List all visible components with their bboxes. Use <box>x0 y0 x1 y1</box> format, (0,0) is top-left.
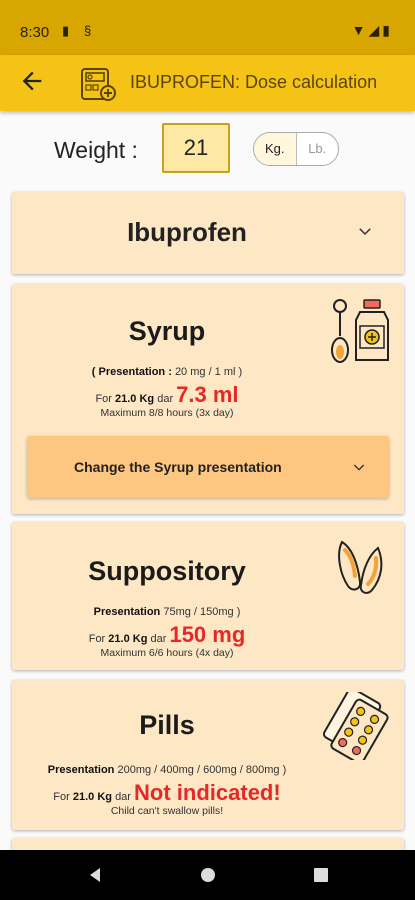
suppository-dose-line: For 21.0 Kg dar 150 mg <box>12 622 322 648</box>
nav-recents-icon[interactable] <box>312 866 330 884</box>
syrup-presentation-label: ( Presentation : <box>91 366 172 378</box>
pills-dose: Not indicated! <box>134 780 281 805</box>
status-bar: 8:30 ▮ § ▼◢▮ <box>0 0 415 55</box>
syrup-presentation-value: 20 mg / 1 ml ) <box>174 366 243 378</box>
suppository-for-label: For <box>88 633 106 645</box>
status-time: 8:30 <box>20 24 50 41</box>
signal-icon: ◢ <box>368 22 383 38</box>
chevron-down-icon <box>353 464 365 471</box>
syrup-card: Syrup ( Presentation : 20 mg / 1 ml ) Fo… <box>12 284 404 514</box>
syrup-title: Syrup <box>128 316 206 346</box>
pills-dose-line: For 21.0 Kg dar Not indicated! <box>12 780 322 806</box>
suppository-card: Suppository Presentation 75mg / 150mg ) … <box>12 522 404 670</box>
sync-icon: § <box>84 23 92 38</box>
app-bar: IBUPROFEN: Dose calculation <box>0 55 415 111</box>
chevron-down-icon <box>359 228 371 236</box>
syrup-max: Maximum 8/8 hours (3x day) <box>100 407 234 419</box>
suppository-weight: 21.0 Kg <box>108 633 148 645</box>
pill-blister-icon <box>322 692 389 760</box>
weight-input[interactable]: 21 <box>162 123 230 173</box>
wifi-icon: ▼ <box>351 22 369 38</box>
status-icons: ▼◢▮ <box>352 22 393 39</box>
change-syrup-label: Change the Syrup presentation <box>74 459 282 475</box>
syrup-dar-label: dar <box>157 393 174 405</box>
syrup-bottle-spoon-icon <box>331 299 389 363</box>
sim-icon: ▮ <box>62 23 70 38</box>
syrup-weight: 21.0 Kg <box>115 393 155 405</box>
calculator-logo-icon <box>81 68 116 101</box>
nav-home-icon[interactable] <box>199 866 217 884</box>
suppository-presentation-label: Presentation <box>93 606 161 618</box>
pills-note: Child can't swallow pills! <box>110 805 224 817</box>
syrup-dose: 7.3 ml <box>176 382 239 407</box>
battery-icon: ▮ <box>382 22 393 38</box>
suppository-max: Maximum 6/6 hours (4x day) <box>100 647 234 659</box>
pills-for-label: For <box>53 791 70 803</box>
weight-row: Weight : 21 Kg. Lb. <box>0 123 415 175</box>
pills-weight: 21.0 Kg <box>72 791 112 803</box>
syrup-dose-line: For 21.0 Kg dar 7.3 ml <box>12 382 322 408</box>
syrup-presentation: ( Presentation : 20 mg / 1 ml ) <box>12 366 322 378</box>
unit-kg-option[interactable]: Kg. <box>254 133 297 165</box>
nav-back-icon[interactable] <box>86 866 104 884</box>
suppository-icon <box>338 540 383 594</box>
pills-title: Pills <box>139 710 195 740</box>
drug-selector[interactable]: Ibuprofen <box>12 192 404 274</box>
suppository-dose: 150 mg <box>169 622 246 647</box>
weight-label: Weight : <box>54 137 138 163</box>
pills-card: Pills Presentation 200mg / 400mg / 600mg… <box>12 680 404 830</box>
pills-presentation-value: 200mg / 400mg / 600mg / 800mg ) <box>117 764 287 776</box>
suppository-dar-label: dar <box>150 633 167 645</box>
pills-presentation: Presentation 200mg / 400mg / 600mg / 800… <box>12 764 322 776</box>
syrup-for-label: For <box>95 393 112 405</box>
pills-presentation-label: Presentation <box>47 764 115 776</box>
back-arrow-icon[interactable] <box>18 67 46 95</box>
suppository-title: Suppository <box>88 556 246 586</box>
drug-name: Ibuprofen <box>127 217 247 247</box>
unit-toggle: Kg. Lb. <box>253 132 339 166</box>
change-syrup-presentation-button[interactable]: Change the Syrup presentation <box>27 436 389 498</box>
pills-dar-label: dar <box>115 791 131 803</box>
system-nav-bar <box>0 850 415 900</box>
unit-lb-option[interactable]: Lb. <box>297 133 339 165</box>
page-title: IBUPROFEN: Dose calculation <box>130 72 378 92</box>
suppository-presentation-value: 75mg / 150mg ) <box>163 606 241 618</box>
suppository-presentation: Presentation 75mg / 150mg ) <box>12 606 322 618</box>
